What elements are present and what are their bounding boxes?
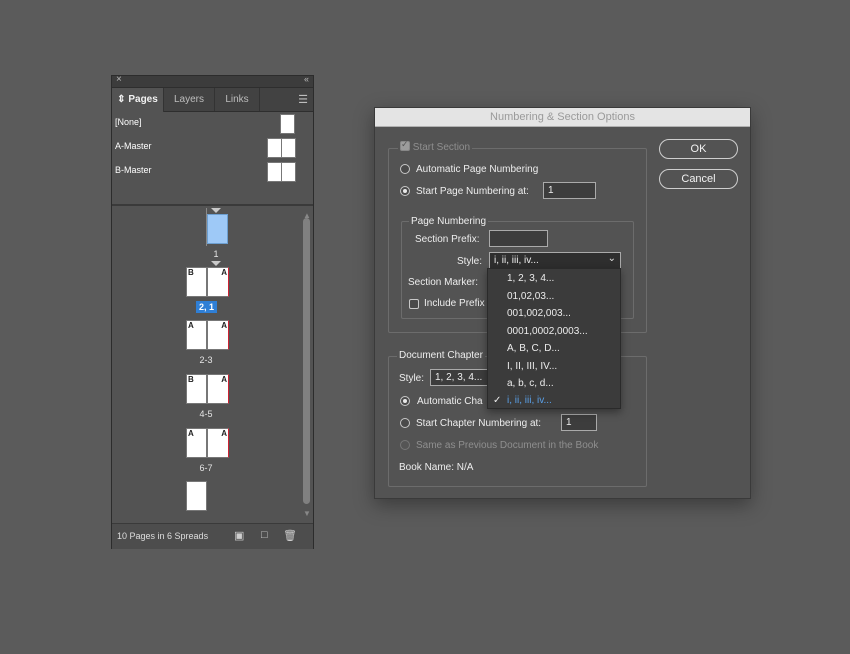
page-thumbnail[interactable]: A [207,267,229,297]
tab-layers[interactable]: Layers [164,88,215,111]
section-marker-label: Section Marker: [408,277,479,288]
page-thumbnail[interactable]: A [207,320,229,350]
masters-pages-divider[interactable] [112,204,313,206]
master-b-left-thumbnail[interactable] [267,162,282,182]
page-thumbnail[interactable]: A [207,428,229,458]
master-letter: A [221,268,227,277]
start-chapter-input[interactable]: 1 [561,414,597,431]
style-option-selected[interactable]: ✓ i, ii, iii, iv... [488,392,620,410]
style-dropdown-menu: 1, 2, 3, 4... 01,02,03... 001,002,003...… [487,268,621,409]
style-option[interactable]: a, b, c, d... [488,375,620,393]
master-letter: A [188,429,194,438]
chevron-down-icon: ⌄ [607,253,616,264]
master-letter: A [221,429,227,438]
spread-label: 2-3 [199,355,213,365]
master-a-right-thumbnail[interactable] [281,138,296,158]
same-as-previous-label: Same as Previous Document in the Book [416,440,599,451]
master-letter: B [188,375,194,384]
style-select[interactable]: i, ii, iii, iv... ⌄ [489,252,621,269]
master-none-thumbnail[interactable] [280,114,295,134]
close-icon[interactable]: × [116,74,122,85]
master-a-left-thumbnail[interactable] [267,138,282,158]
dialog-title: Numbering & Section Options [490,111,635,123]
automatic-chapter-label: Automatic Cha [417,396,483,407]
new-page-icon[interactable]: □ [261,529,268,541]
master-b-label[interactable]: B-Master [115,165,152,175]
automatic-chapter-radio[interactable] [400,396,410,406]
section-start-marker [211,208,221,213]
tab-pages[interactable]: ⇕ Pages [112,88,164,112]
master-letter: A [221,375,227,384]
trash-icon[interactable]: 🗑 [283,529,297,542]
page-thumbnail[interactable]: A [207,374,229,404]
master-a-label[interactable]: A-Master [115,141,152,151]
spread-label: 6-7 [199,463,213,473]
start-section-label: Start Section [412,142,471,153]
start-page-numbering-label: Start Page Numbering at: [416,186,529,197]
edit-page-size-icon[interactable]: ▣ [234,529,244,542]
start-page-input[interactable]: 1 [543,182,596,199]
pages-panel: × ‹‹ ⇕ Pages Layers Links ☰ [None] A-Mas… [111,74,314,549]
dialog-titlebar: Numbering & Section Options [375,108,750,127]
page-thumbnail-1[interactable] [207,214,228,244]
cancel-button[interactable]: Cancel [659,169,738,189]
chapter-style-select[interactable]: 1, 2, 3, 4... [430,369,491,386]
tab-links[interactable]: Links [215,88,260,111]
section-prefix-input[interactable] [489,230,548,247]
automatic-page-numbering-radio[interactable] [400,164,410,174]
panel-footer: 10 Pages in 6 Spreads ▣ □ 🗑 [112,523,313,549]
style-option[interactable]: 001,002,003... [488,305,620,323]
section-prefix-label: Section Prefix: [415,234,480,245]
start-page-numbering-radio[interactable] [400,186,410,196]
panel-titlebar: × ‹‹ [112,74,313,88]
spread-label-selected: 2, 1 [196,301,217,313]
master-letter: A [188,321,194,330]
automatic-page-numbering-label: Automatic Page Numbering [416,164,539,175]
style-select-value: i, ii, iii, iv... [494,255,539,266]
master-letter: B [188,268,194,277]
start-chapter-numbering-radio[interactable] [400,418,410,428]
page-thumbnail[interactable]: A [186,428,207,458]
tab-pages-label: Pages [128,94,158,105]
start-chapter-numbering-label: Start Chapter Numbering at: [416,418,542,429]
page-count-status: 10 Pages in 6 Spreads [117,531,209,541]
start-section-row: Start Section [398,139,473,153]
master-b-right-thumbnail[interactable] [281,162,296,182]
include-prefix-checkbox[interactable] [409,299,419,309]
chapter-style-label: Style: [399,373,425,384]
page-thumbnail[interactable] [186,481,207,511]
style-option-selected-label: i, ii, iii, iv... [507,395,552,406]
style-option[interactable]: A, B, C, D... [488,340,620,358]
style-option[interactable]: 01,02,03... [488,288,620,306]
sort-arrows-icon: ⇕ [117,94,126,105]
style-option[interactable]: 1, 2, 3, 4... [488,270,620,288]
include-prefix-label: Include Prefix [424,298,485,309]
page-thumbnail[interactable]: B [186,374,207,404]
page-thumbnail[interactable]: B [186,267,207,297]
section-start-marker [211,261,221,266]
panel-menu-icon[interactable]: ☰ [298,93,308,106]
style-label: Style: [457,256,483,267]
collapse-icon[interactable]: ‹‹ [304,74,309,84]
checkmark-icon: ✓ [493,395,502,406]
start-section-checkbox[interactable] [400,139,410,151]
page-numbering-heading: Page Numbering [409,216,489,227]
scrollbar-thumb[interactable] [303,218,310,504]
master-none-label[interactable]: [None] [115,117,142,127]
chapter-style-value: 1, 2, 3, 4... [435,372,483,383]
same-as-previous-radio[interactable] [400,440,410,450]
page-thumbnail[interactable]: A [186,320,207,350]
style-option[interactable]: 0001,0002,0003... [488,323,620,341]
scroll-down-icon[interactable]: ▼ [303,509,311,518]
style-option[interactable]: I, II, III, IV... [488,358,620,376]
document-chapter-heading: Document Chapter [397,350,485,361]
panel-tabs: ⇕ Pages Layers Links ☰ [112,88,313,112]
ok-button[interactable]: OK [659,139,738,159]
book-name-label: Book Name: N/A [399,462,474,473]
spread-label: 4-5 [199,409,213,419]
spread-label: 1 [213,249,219,259]
master-letter: A [221,321,227,330]
